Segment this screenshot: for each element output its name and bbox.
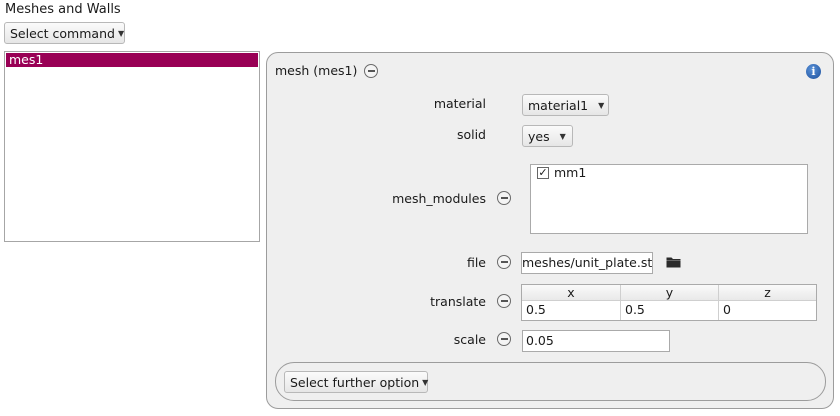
caret-down-icon: ▼ — [559, 131, 566, 141]
select-command-label: Select command — [10, 25, 115, 41]
translate-label: translate — [430, 294, 486, 309]
solid-dropdown[interactable]: yes ▼ — [522, 125, 573, 147]
mm1-checkbox[interactable]: ✓ — [537, 167, 549, 179]
mesh-modules-list[interactable]: ✓ mm1 — [530, 164, 808, 234]
remove-file-icon[interactable] — [497, 255, 511, 269]
translate-x-cell[interactable]: 0.5 — [522, 301, 621, 320]
translate-z-cell[interactable]: 0 — [719, 301, 816, 320]
select-further-option-dropdown[interactable]: Select further option ▼ — [284, 371, 428, 393]
select-further-option-label: Select further option — [290, 374, 420, 390]
translate-y-cell[interactable]: 0.5 — [621, 301, 719, 320]
caret-down-icon: ▼ — [422, 377, 429, 387]
section-title: Meshes and Walls — [5, 2, 121, 17]
file-label: file — [466, 255, 486, 270]
mesh-list[interactable]: mes1 — [4, 51, 260, 242]
material-dropdown[interactable]: material1 ▼ — [522, 94, 609, 116]
translate-col-y: y — [621, 285, 719, 301]
caret-down-icon: ▼ — [598, 100, 605, 110]
scale-input[interactable]: 0.05 — [522, 330, 670, 352]
mesh-modules-label: mesh_modules — [392, 191, 486, 206]
remove-scale-icon[interactable] — [497, 332, 511, 346]
remove-translate-icon[interactable] — [497, 294, 511, 308]
translate-table[interactable]: x y z 0.5 0.5 0 — [521, 284, 817, 321]
translate-col-z: z — [719, 285, 816, 301]
translate-col-x: x — [522, 285, 621, 301]
info-icon[interactable]: i — [806, 64, 821, 79]
folder-icon[interactable] — [666, 256, 681, 268]
caret-down-icon: ▼ — [117, 28, 125, 38]
scale-label: scale — [453, 332, 486, 347]
select-command-dropdown[interactable]: Select command ▼ — [4, 22, 125, 44]
material-label: material — [433, 96, 486, 111]
solid-label: solid — [456, 127, 486, 142]
solid-value: yes — [528, 128, 550, 144]
remove-mesh-modules-icon[interactable] — [497, 191, 511, 205]
file-input[interactable]: meshes/unit_plate.stl — [521, 252, 653, 274]
mm1-label: mm1 — [554, 165, 587, 180]
list-item-mes1[interactable]: mes1 — [6, 53, 258, 67]
panel-title: mesh (mes1) — [275, 63, 358, 78]
material-value: material1 — [528, 97, 589, 113]
file-value: meshes/unit_plate.stl — [522, 255, 653, 270]
collapse-panel-icon[interactable] — [364, 64, 378, 78]
